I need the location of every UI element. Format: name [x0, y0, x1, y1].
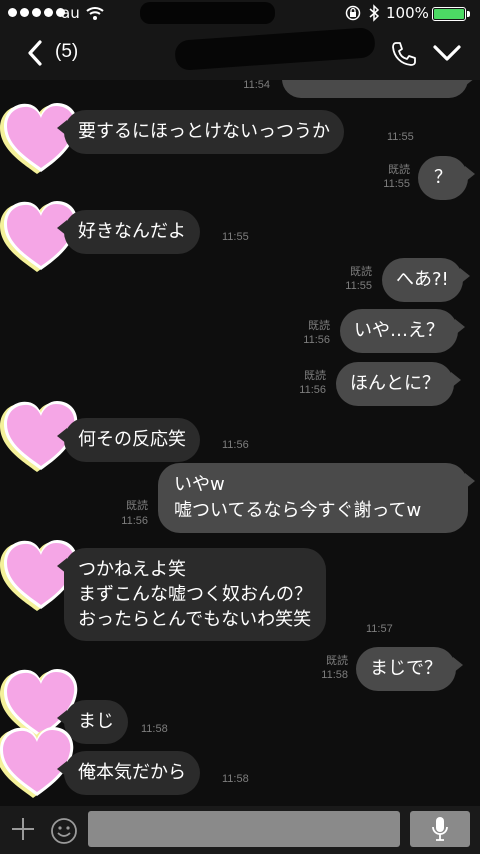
message-time: 11:56 — [303, 334, 330, 346]
chat-message-outgoing[interactable]: いや…え？ — [340, 309, 465, 353]
mic-button[interactable] — [410, 811, 470, 847]
wifi-icon — [86, 7, 104, 20]
chat-message-outgoing[interactable]: いやw 嘘ついてるなら今すぐ謝ってw — [158, 463, 475, 533]
emoji-icon[interactable] — [50, 817, 78, 845]
read-receipt: 既読 — [304, 370, 326, 382]
message-time: 11:55 — [345, 280, 372, 292]
phone-icon[interactable] — [390, 40, 418, 68]
message-time: 11:58 — [222, 773, 249, 785]
chat-message-incoming[interactable]: 好きなんだよ — [57, 210, 200, 254]
mic-icon — [432, 817, 448, 841]
message-time: 11:58 — [321, 669, 348, 681]
chat-header: (5) — [0, 27, 480, 80]
message-time: 11:54 — [243, 80, 270, 91]
read-receipt: 既読 — [388, 164, 410, 176]
chevron-down-icon[interactable] — [432, 42, 462, 64]
read-receipt: 既読 — [126, 500, 148, 512]
read-receipt: 既読 — [350, 266, 372, 278]
rotation-lock-icon — [345, 5, 361, 21]
chat-message-outgoing[interactable]: まじで？ — [356, 647, 463, 691]
back-arrow-icon[interactable] — [22, 38, 52, 68]
read-receipt: 既読 — [326, 655, 348, 667]
battery-icon — [432, 7, 470, 21]
message-input[interactable] — [88, 811, 400, 847]
message-time: 11:58 — [141, 723, 168, 735]
signal-strength-icon — [8, 8, 65, 17]
message-time: 11:56 — [121, 515, 148, 527]
redacted-chat-title — [174, 27, 376, 71]
message-time: 11:55 — [383, 178, 410, 190]
unread-count[interactable]: (5) — [55, 41, 78, 63]
message-input-bar — [0, 806, 480, 854]
chat-message-incoming[interactable]: 何その反応笑 — [57, 418, 200, 462]
status-bar: au 100% — [0, 0, 480, 28]
battery-percentage: 100% — [386, 4, 429, 22]
message-time: 11:56 — [222, 439, 249, 451]
message-time: 11:55 — [222, 231, 249, 243]
plus-icon[interactable] — [10, 816, 36, 842]
message-time: 11:56 — [299, 384, 326, 396]
chat-message-incoming[interactable]: つかねえよ笑 まずこんな嘘つく奴おんの？ おったらとんでもないわ笑笑 — [57, 548, 326, 641]
read-receipt: 既読 — [308, 320, 330, 332]
redaction-mark — [140, 2, 275, 24]
message-list[interactable]: 11:54 要するにほっとけないっつうか 11:55 ？ 既読 11:55 好き… — [0, 80, 480, 806]
chat-message-outgoing[interactable]: ほんとに？ — [336, 362, 461, 406]
chat-message-outgoing[interactable]: ？ — [418, 156, 475, 200]
message-time: 11:57 — [366, 623, 393, 635]
bluetooth-icon — [369, 4, 380, 22]
message-time: 11:55 — [387, 131, 414, 143]
chat-message-incoming[interactable]: 要するにほっとけないっつうか — [57, 110, 344, 154]
chat-message-incoming[interactable]: 俺本気だから — [57, 751, 200, 795]
chat-message-outgoing[interactable] — [282, 80, 475, 98]
carrier-name: au — [61, 4, 80, 22]
chat-message-outgoing[interactable]: へあ?! — [382, 258, 470, 302]
